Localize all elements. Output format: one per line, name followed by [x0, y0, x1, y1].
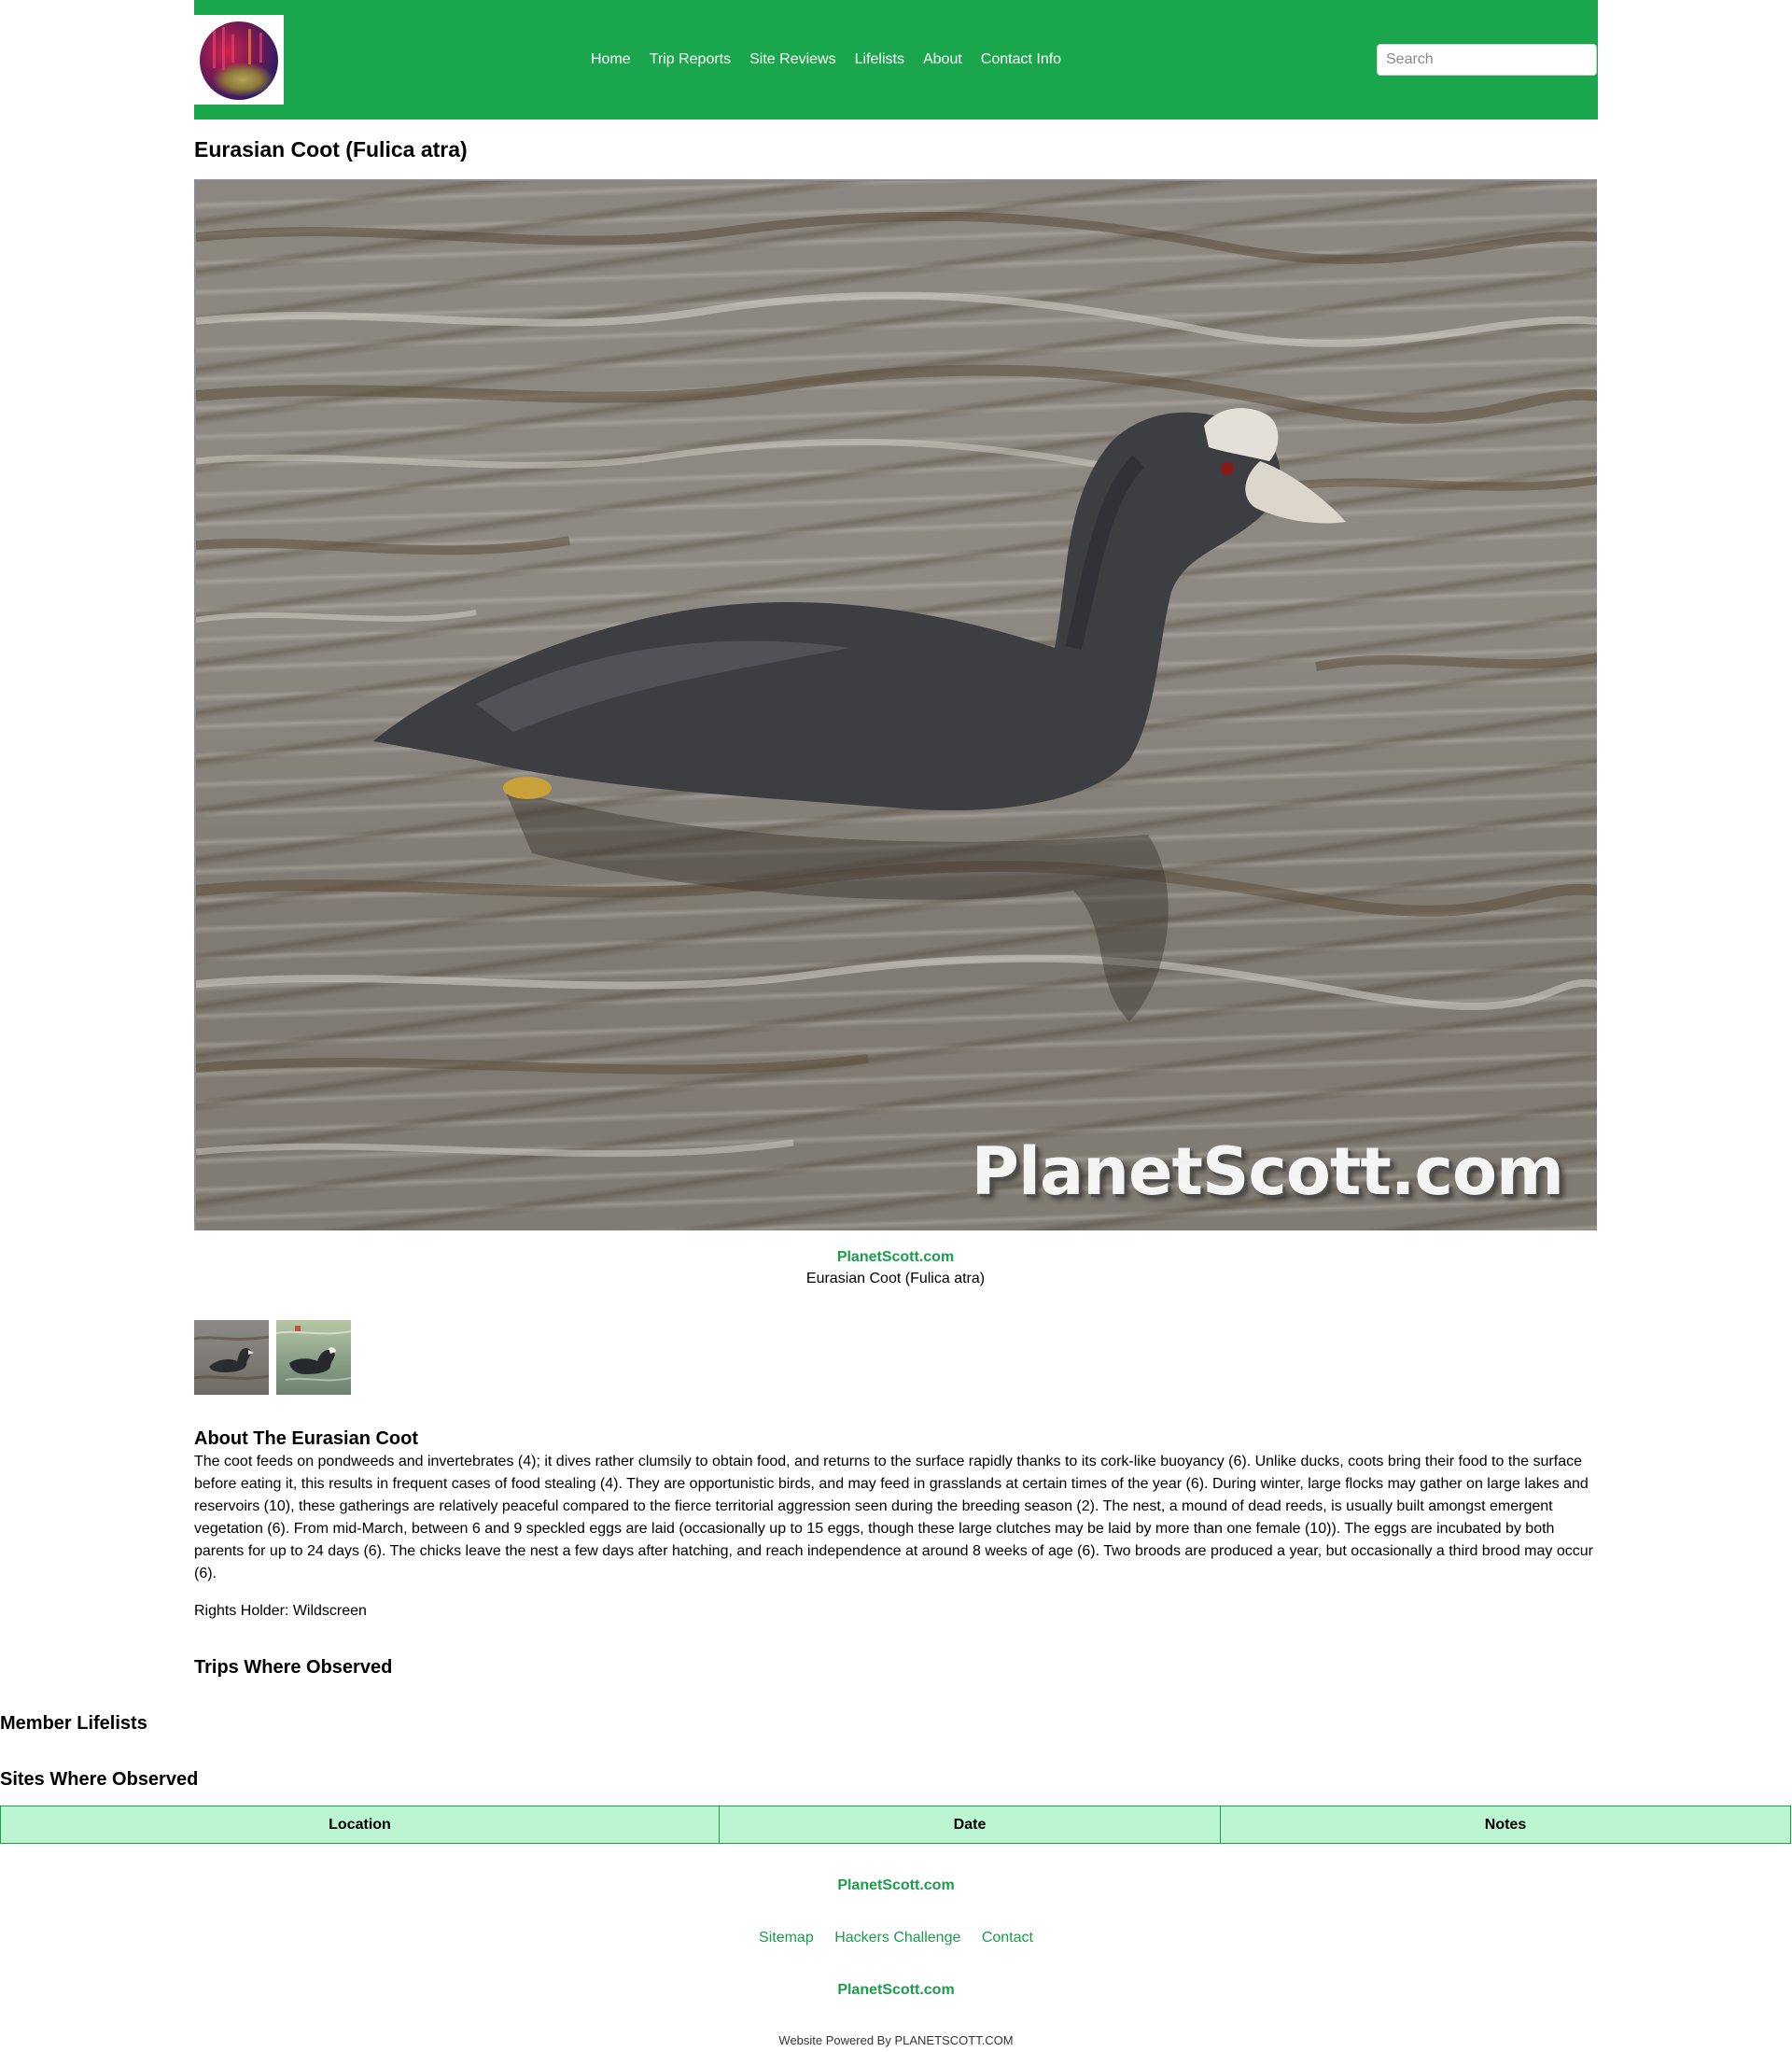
logo-detail — [248, 29, 251, 64]
column-header-date: Date — [719, 1806, 1221, 1844]
logo-detail — [231, 35, 234, 63]
nav-lifelists[interactable]: Lifelists — [855, 50, 904, 69]
planetscott-logo-icon — [200, 21, 278, 100]
table-header-row: Location Date Notes — [0, 1806, 1791, 1844]
sites-observed-title: Sites Where Observed — [0, 1769, 199, 1790]
member-lifelists-title: Member Lifelists — [0, 1713, 147, 1734]
column-header-notes: Notes — [1220, 1806, 1791, 1844]
caption-text: Eurasian Coot (Fulica atra) — [805, 1271, 986, 1286]
photo-thumbnails — [194, 1320, 351, 1395]
column-header-location: Location — [0, 1806, 720, 1844]
powered-by-text: Website Powered By PLANETSCOTT.COM — [778, 2033, 1014, 2047]
logo-detail — [222, 27, 225, 70]
coot-thumbnail-2-icon[interactable] — [276, 1320, 351, 1395]
footer-link-hackers-challenge[interactable]: Hackers Challenge — [834, 1930, 960, 1946]
rights-holder: Rights Holder: Wildscreen — [194, 1603, 367, 1619]
logo-detail — [213, 31, 216, 68]
site-logo-link[interactable] — [194, 15, 284, 105]
sites-table: Location Date Notes — [0, 1806, 1791, 1844]
footer-site-link-secondary[interactable]: PlanetScott.com — [0, 1980, 1792, 2001]
nav-site-reviews[interactable]: Site Reviews — [749, 50, 835, 69]
species-photo: PlanetScott.com — [194, 179, 1597, 1230]
footer-links: Sitemap Hackers Challenge Contact — [0, 1928, 1792, 1948]
main-nav: Home Trip Reports Site Reviews Lifelists… — [591, 50, 1080, 69]
photo-caption: PlanetScott.com Eurasian Coot (Fulica at… — [194, 1247, 1597, 1290]
about-title: About The Eurasian Coot — [194, 1428, 418, 1449]
nav-about[interactable]: About — [923, 50, 962, 69]
photo-watermark: PlanetScott.com — [971, 1133, 1564, 1210]
caption-site-link[interactable]: PlanetScott.com — [194, 1247, 1597, 1268]
footer-link-contact[interactable]: Contact — [982, 1930, 1033, 1946]
trips-title: Trips Where Observed — [194, 1657, 393, 1678]
nav-trip-reports[interactable]: Trip Reports — [650, 50, 731, 69]
coot-thumbnail-1-icon[interactable] — [194, 1320, 269, 1395]
about-body: The coot feeds on pondweeds and inverteb… — [194, 1454, 1593, 1581]
page-title: Eurasian Coot (Fulica atra) — [194, 137, 468, 162]
site-header: Home Trip Reports Site Reviews Lifelists… — [194, 0, 1598, 119]
coot-illustration — [196, 211, 1597, 1158]
footer-site-link[interactable]: PlanetScott.com — [0, 1876, 1792, 1896]
nav-home[interactable]: Home — [591, 50, 631, 69]
logo-detail — [259, 33, 262, 63]
search-input[interactable] — [1377, 44, 1597, 76]
footer-link-sitemap[interactable]: Sitemap — [759, 1930, 814, 1946]
nav-contact-info[interactable]: Contact Info — [981, 50, 1061, 69]
